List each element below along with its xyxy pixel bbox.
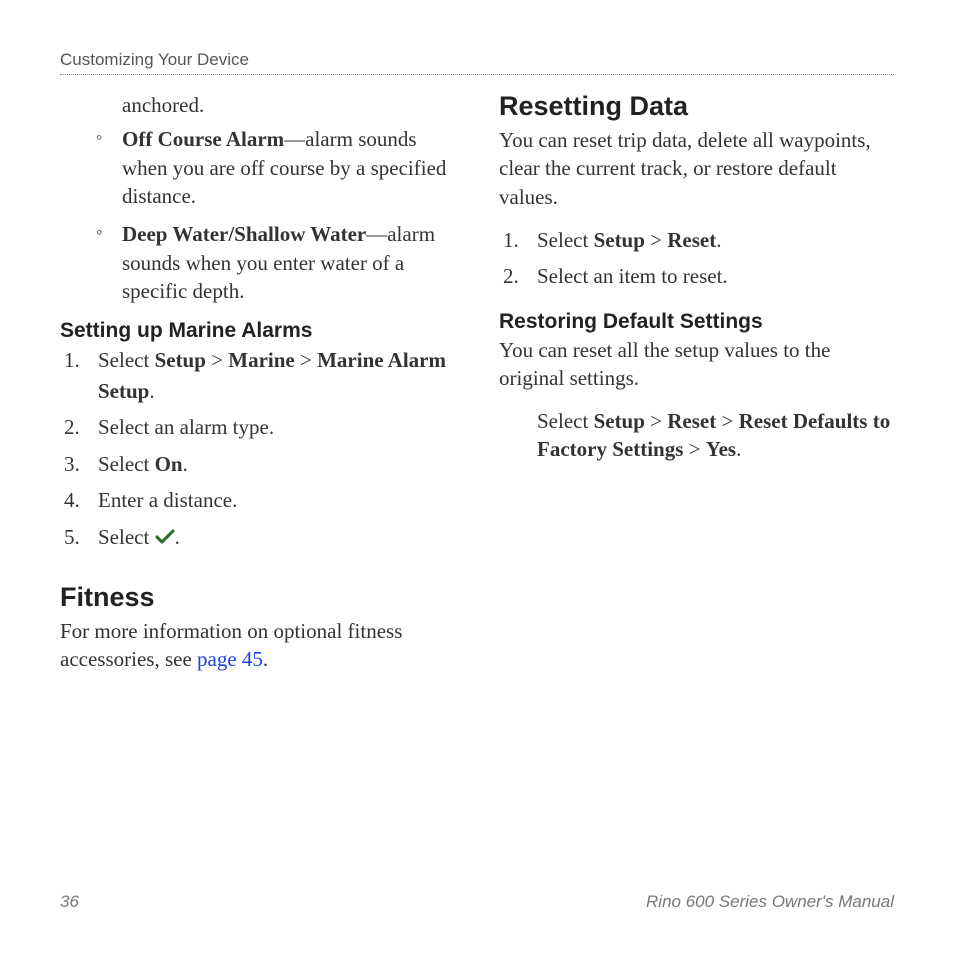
restore-sep: > [716,409,738,433]
heading-restoring-defaults: Restoring Default Settings [499,310,894,334]
restore-text: Select [537,409,594,433]
step-bold: On [155,452,183,476]
page-header: Customizing Your Device [60,50,894,75]
step-text: . [183,452,188,476]
step-text: . [149,379,154,403]
header-section-title: Customizing Your Device [60,50,249,69]
bullet-term: Off Course Alarm [122,127,284,151]
bullet-off-course: Off Course Alarm—alarm sounds when you a… [90,125,455,210]
left-column: anchored. Off Course Alarm—alarm sounds … [60,91,455,674]
heading-fitness: Fitness [60,582,455,613]
step-1: Select Setup > Marine > Marine Alarm Set… [60,345,455,406]
checkmark-icon [155,523,175,553]
reset-intro: You can reset trip data, delete all wayp… [499,126,894,211]
step-bold: Setup [594,228,645,252]
step-3: Select On. [60,449,455,479]
continuation-text: anchored. [122,91,455,119]
restore-bold: Setup [594,409,645,433]
content-columns: anchored. Off Course Alarm—alarm sounds … [60,91,894,674]
step-sep: > [645,228,667,252]
bullet-term: Deep Water/Shallow Water [122,222,366,246]
reset-step-2: Select an item to reset. [499,261,894,291]
bullet-deep-shallow: Deep Water/Shallow Water—alarm sounds wh… [90,220,455,305]
step-2: Select an alarm type. [60,412,455,442]
step-text: . [175,525,180,549]
restore-bold: Reset [667,409,716,433]
heading-marine-alarms: Setting up Marine Alarms [60,319,455,343]
restore-sep: > [645,409,667,433]
page-number: 36 [60,892,79,912]
step-sep: > [295,348,317,372]
fitness-text: . [263,647,268,671]
restore-bold: Yes [706,437,736,461]
alarm-bullet-list: Off Course Alarm—alarm sounds when you a… [90,125,455,305]
step-bold: Marine [228,348,294,372]
step-text: Select [537,228,594,252]
restore-text: . [736,437,741,461]
restore-intro: You can reset all the setup values to th… [499,336,894,393]
page-footer: 36 Rino 600 Series Owner's Manual [60,892,894,912]
manual-title: Rino 600 Series Owner's Manual [646,892,894,912]
reset-steps: Select Setup > Reset. Select an item to … [499,225,894,292]
step-bold: Setup [155,348,206,372]
restore-instruction: Select Setup > Reset > Reset Defaults to… [537,407,894,464]
page-45-link[interactable]: page 45 [197,647,263,671]
right-column: Resetting Data You can reset trip data, … [499,91,894,674]
step-4: Enter a distance. [60,485,455,515]
heading-resetting-data: Resetting Data [499,91,894,122]
step-text: Select [98,348,155,372]
fitness-paragraph: For more information on optional fitness… [60,617,455,674]
reset-step-1: Select Setup > Reset. [499,225,894,255]
marine-steps: Select Setup > Marine > Marine Alarm Set… [60,345,455,554]
step-sep: > [206,348,228,372]
step-text: Select [98,452,155,476]
step-5: Select . [60,522,455,554]
step-text: Select [98,525,155,549]
restore-sep: > [683,437,705,461]
step-text: . [716,228,721,252]
step-bold: Reset [667,228,716,252]
